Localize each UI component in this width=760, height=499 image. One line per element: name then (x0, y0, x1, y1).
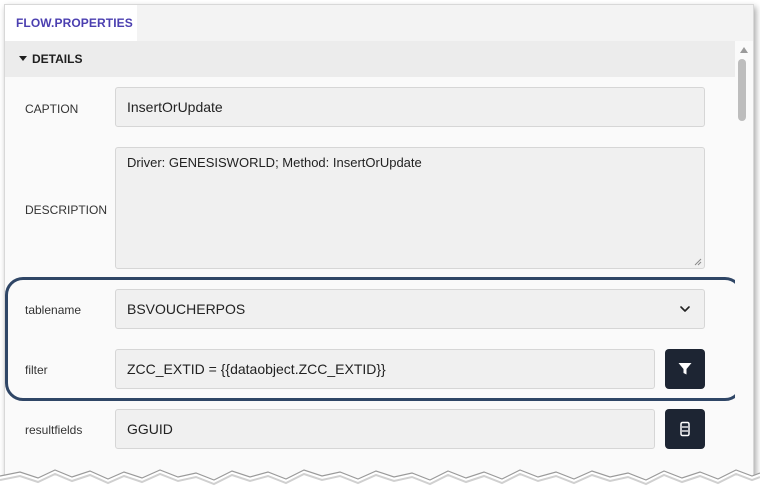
tablename-label: tablename (25, 303, 82, 317)
section-details-header[interactable]: DETAILS (5, 41, 735, 77)
list-icon (680, 421, 690, 437)
resize-grip-icon[interactable] (694, 258, 702, 266)
tab-bar: FLOW.PROPERTIES (5, 5, 753, 41)
resultfields-label: resultfields (25, 423, 83, 437)
caret-down-icon (19, 56, 27, 61)
properties-panel: FLOW.PROPERTIES DETAILS CAPTION InsertOr… (4, 4, 754, 496)
tab-flow-properties[interactable]: FLOW.PROPERTIES (5, 5, 137, 41)
tablename-value: BSVOUCHERPOS (127, 301, 246, 317)
description-label: DESCRIPTION (25, 203, 108, 217)
filter-icon (678, 363, 692, 375)
filter-button[interactable] (665, 349, 705, 389)
chevron-down-icon (680, 306, 690, 312)
tablename-select[interactable]: BSVOUCHERPOS (115, 289, 705, 329)
caption-label: CAPTION (25, 102, 79, 116)
scroll-thumb[interactable] (738, 59, 746, 121)
filter-input[interactable]: ZCC_EXTID = {{dataobject.ZCC_EXTID}} (115, 349, 655, 389)
caption-input[interactable]: InsertOrUpdate (115, 87, 705, 127)
resultfields-input[interactable]: GGUID (115, 409, 655, 449)
vertical-scrollbar[interactable] (735, 41, 753, 495)
description-text: Driver: GENESISWORLD; Method: InsertOrUp… (127, 155, 422, 170)
torn-edge-decoration (0, 469, 760, 499)
scroll-up-arrow-icon[interactable] (740, 47, 748, 53)
description-textarea[interactable]: Driver: GENESISWORLD; Method: InsertOrUp… (115, 147, 705, 269)
resultfields-button[interactable] (665, 409, 705, 449)
filter-label: filter (25, 363, 48, 377)
section-title: DETAILS (32, 52, 83, 66)
